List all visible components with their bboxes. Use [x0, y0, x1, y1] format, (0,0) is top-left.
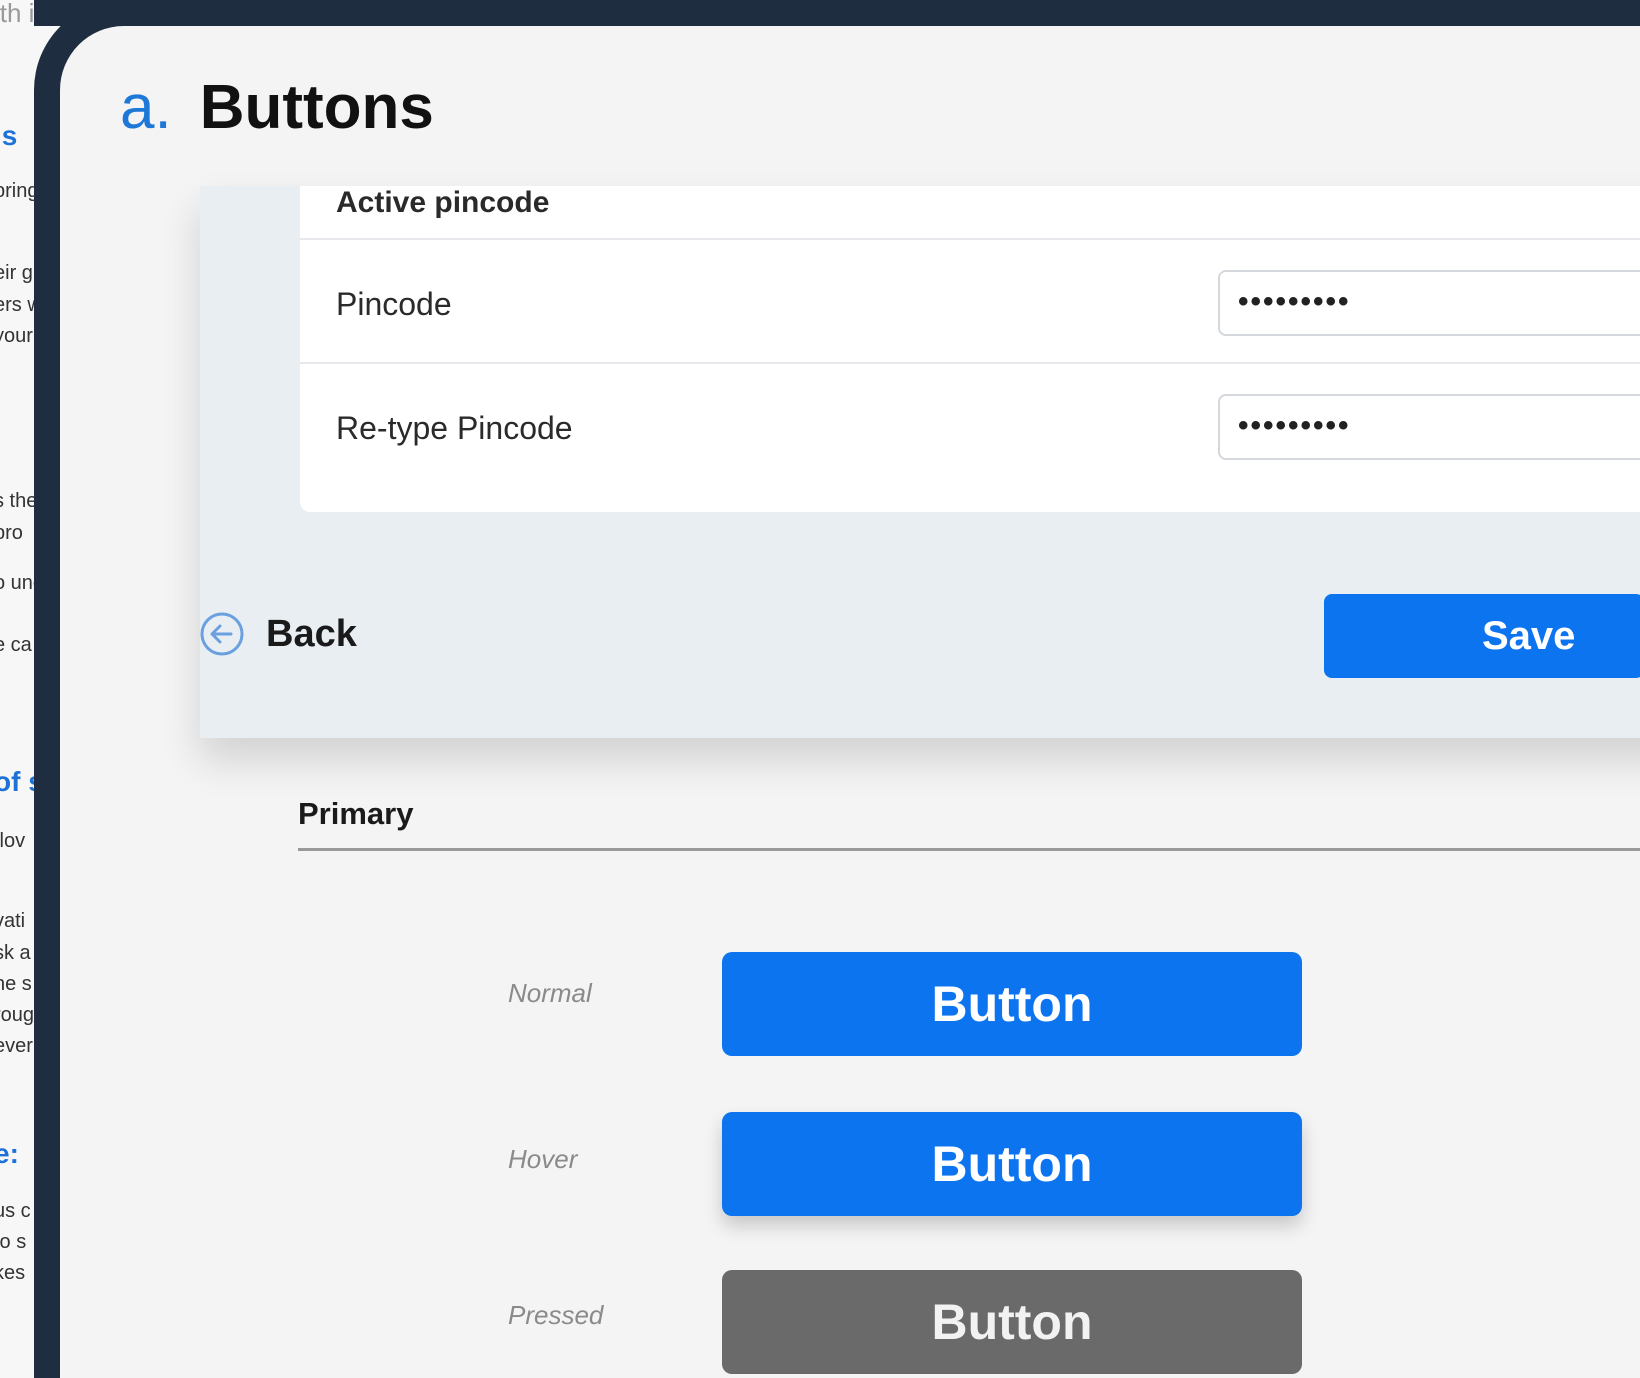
bg-text-line: s the: [0, 490, 38, 512]
bg-text-line: roug: [0, 1004, 35, 1026]
row-label: Pincode: [336, 286, 452, 322]
bg-text-line: your: [0, 325, 33, 347]
section-divider: [298, 848, 1640, 851]
state-label-normal: Normal: [508, 978, 592, 1008]
bg-heading-line: ls: [0, 120, 18, 151]
pincode-input[interactable]: •••••••••: [1218, 270, 1640, 336]
form-row-active-pincode: Active pincode: [300, 136, 1640, 240]
primary-button-pressed[interactable]: Button: [722, 1270, 1302, 1374]
form-row-pincode: Pincode •••••••••: [300, 240, 1640, 364]
section-title: Primary: [298, 796, 414, 831]
bg-text-line: pro: [0, 522, 23, 544]
bg-heading-line: e:: [0, 1138, 19, 1169]
heading-prefix: a.: [120, 73, 172, 142]
state-label-hover: Hover: [508, 1144, 578, 1174]
device-frame: a. Buttons Active pincode Pincode ••••••…: [34, 0, 1640, 1378]
bg-text-line: ever: [0, 1035, 33, 1057]
bg-text-line: flov: [0, 830, 26, 852]
bg-text-line: vati: [0, 910, 26, 932]
row-label: Active pincode: [336, 186, 550, 219]
bg-text-line: e ca: [0, 634, 32, 656]
primary-button-hover[interactable]: Button: [722, 1112, 1302, 1216]
page-heading: a. Buttons: [120, 72, 434, 143]
bg-text-line: kes: [0, 1262, 26, 1284]
bg-text-line: sk a: [0, 942, 31, 964]
bg-text-line: eir g: [0, 262, 33, 284]
device-screen: a. Buttons Active pincode Pincode ••••••…: [60, 26, 1640, 1378]
bg-text-line: us c: [0, 1200, 31, 1222]
row-label: Re-type Pincode: [336, 410, 573, 446]
bg-text-line: pring: [0, 180, 39, 202]
form-row-retype-pincode: Re-type Pincode •••••••••: [300, 364, 1640, 488]
retype-pincode-input[interactable]: •••••••••: [1218, 394, 1640, 460]
page-title: Buttons: [199, 73, 434, 142]
bg-text-line: he s: [0, 973, 32, 995]
primary-button-normal[interactable]: Button: [722, 952, 1302, 1056]
save-button[interactable]: Save: [1324, 594, 1640, 678]
arrow-left-circle-icon: [200, 612, 244, 656]
bg-text-line: to s: [0, 1231, 27, 1253]
form-area: Active pincode Pincode ••••••••• Re-type…: [300, 186, 1640, 512]
page: ith in ls pring eir g ers w your s the p…: [0, 0, 1640, 1378]
state-label-pressed: Pressed: [508, 1300, 604, 1330]
back-label: Back: [266, 612, 357, 655]
back-button[interactable]: Back: [198, 610, 357, 658]
